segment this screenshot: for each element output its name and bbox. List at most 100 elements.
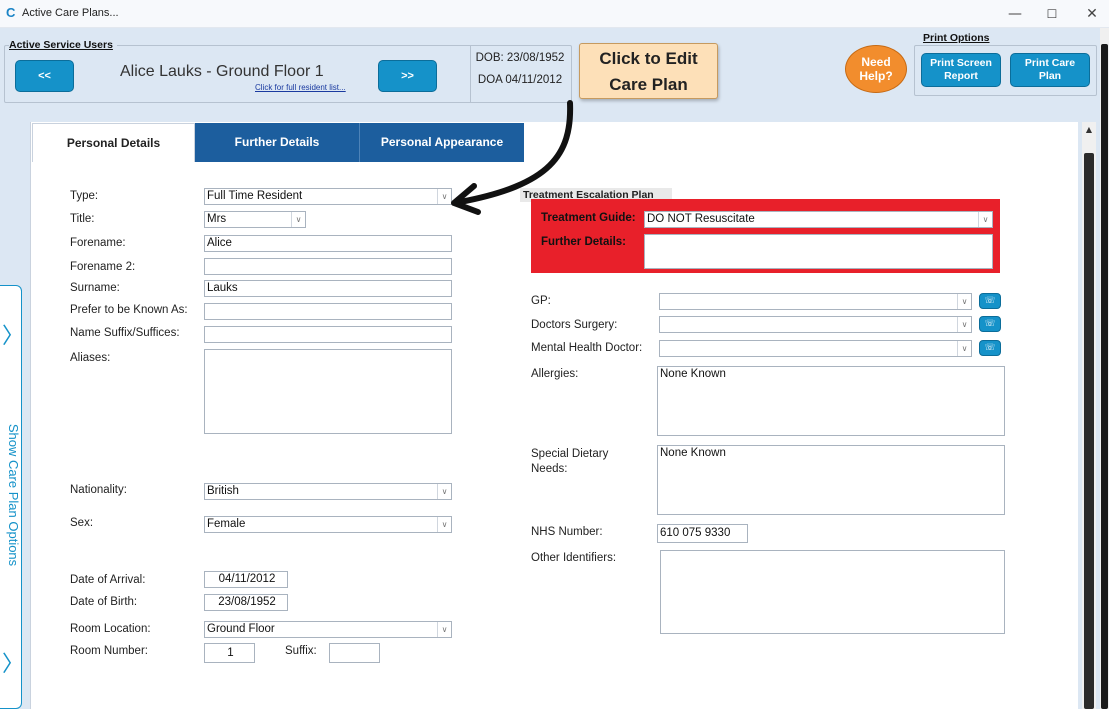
aliases-label: Aliases: xyxy=(70,352,111,364)
phone-icon: ☏ xyxy=(984,296,996,306)
annotation-arrow xyxy=(451,100,574,215)
app-icon: C xyxy=(6,5,16,20)
gp-label: GP: xyxy=(531,295,551,307)
mental-health-phone-button[interactable]: ☏ xyxy=(979,340,1001,356)
chevron-down-icon: ∨ xyxy=(978,212,992,227)
doctors-surgery-select[interactable]: ∨ xyxy=(659,316,972,333)
treatment-guide-select[interactable]: DO NOT Resuscitate ∨ xyxy=(644,211,993,228)
treatment-guide-value: DO NOT Resuscitate xyxy=(647,213,755,225)
special-dietary-label-line1: Special Dietary xyxy=(531,448,609,460)
other-identifiers-label: Other Identifiers: xyxy=(531,552,617,564)
type-value: Full Time Resident xyxy=(207,190,303,202)
sex-label: Sex: xyxy=(70,517,94,529)
room-suffix-label: Suffix: xyxy=(285,645,317,657)
need-help-button[interactable]: Need Help? xyxy=(845,45,907,93)
date-of-birth-text: DOB: 23/08/1952 xyxy=(475,52,565,64)
chevron-right-icon: 〉 xyxy=(2,652,25,677)
date-of-arrival-label: Date of Arrival: xyxy=(70,574,146,586)
scroll-up-icon[interactable]: ▲ xyxy=(1084,125,1094,135)
phone-icon: ☏ xyxy=(984,343,996,353)
forename2-input[interactable] xyxy=(204,258,452,275)
name-suffix-label: Name Suffix/Suffices: xyxy=(70,327,180,339)
type-label: Type: xyxy=(70,190,99,202)
nhs-number-label: NHS Number: xyxy=(531,526,603,538)
special-dietary-label-line2: Needs: xyxy=(531,463,568,475)
nationality-select[interactable]: British ∨ xyxy=(204,483,452,500)
previous-resident-button[interactable]: << xyxy=(15,60,74,92)
chevron-down-icon: ∨ xyxy=(437,517,451,532)
next-resident-button[interactable]: >> xyxy=(378,60,437,92)
print-screen-line2: Report xyxy=(944,70,978,82)
show-care-plan-options-label: Show Care Plan Options xyxy=(6,423,21,567)
date-of-arrival-input[interactable]: 04/11/2012 xyxy=(204,571,288,588)
chevron-right-icon: 〉 xyxy=(2,324,25,349)
date-of-arrival-text: DOA 04/11/2012 xyxy=(477,74,563,86)
need-help-line2: Help? xyxy=(859,69,893,83)
service-users-label: Active Service Users xyxy=(9,39,117,51)
forename-input[interactable]: Alice xyxy=(204,235,452,252)
date-of-birth-label: Date of Birth: xyxy=(70,596,138,608)
window-scrollbar-thumb[interactable] xyxy=(1101,44,1108,709)
surgery-phone-button[interactable]: ☏ xyxy=(979,316,1001,332)
edit-care-plan-line1: Click to Edit xyxy=(599,49,698,68)
other-identifiers-textarea[interactable] xyxy=(660,550,1005,634)
surname-input[interactable]: Lauks xyxy=(204,280,452,297)
print-screen-line1: Print Screen xyxy=(930,57,992,69)
full-resident-list-link[interactable]: Click for full resident list... xyxy=(255,83,346,92)
name-suffix-input[interactable] xyxy=(204,326,452,343)
header-divider xyxy=(470,46,471,102)
known-as-label: Prefer to be Known As: xyxy=(70,304,188,316)
resident-name: Alice Lauks - Ground Floor 1 xyxy=(120,63,324,80)
edit-care-plan-line2: Care Plan xyxy=(609,75,688,94)
print-screen-report-button[interactable]: Print Screen Report xyxy=(921,53,1001,87)
gp-select[interactable]: ∨ xyxy=(659,293,972,310)
allergies-textarea[interactable]: None Known xyxy=(657,366,1005,436)
chevron-down-icon: ∨ xyxy=(291,212,305,227)
window-title: Active Care Plans... xyxy=(22,7,119,19)
title-value: Mrs xyxy=(207,213,227,225)
forename-label: Forename: xyxy=(70,237,126,249)
surname-label: Surname: xyxy=(70,282,120,294)
maximize-button[interactable]: ☐ xyxy=(1040,4,1064,24)
room-suffix-input[interactable] xyxy=(329,643,380,663)
date-of-birth-input[interactable]: 23/08/1952 xyxy=(204,594,288,611)
chevron-down-icon: ∨ xyxy=(957,317,971,332)
room-location-select[interactable]: Ground Floor ∨ xyxy=(204,621,452,638)
print-care-plan-button[interactable]: Print Care Plan xyxy=(1010,53,1090,87)
gp-phone-button[interactable]: ☏ xyxy=(979,293,1001,309)
phone-icon: ☏ xyxy=(984,319,996,329)
close-button[interactable]: ✕ xyxy=(1080,4,1104,24)
sex-select[interactable]: Female ∨ xyxy=(204,516,452,533)
nationality-value: British xyxy=(207,485,239,497)
special-dietary-label: Special Dietary Needs: xyxy=(531,447,608,477)
chevron-down-icon: ∨ xyxy=(957,341,971,356)
print-care-line1: Print Care xyxy=(1024,57,1076,69)
room-location-label: Room Location: xyxy=(70,623,151,635)
mental-health-doctor-select[interactable]: ∨ xyxy=(659,340,972,357)
special-dietary-textarea[interactable]: None Known xyxy=(657,445,1005,515)
aliases-textarea[interactable] xyxy=(204,349,452,434)
further-details-textarea[interactable] xyxy=(644,234,993,269)
tab-personal-details[interactable]: Personal Details xyxy=(32,123,195,162)
print-options-label: Print Options xyxy=(920,32,993,44)
title-label: Title: xyxy=(70,213,95,225)
known-as-input[interactable] xyxy=(204,303,452,320)
nationality-label: Nationality: xyxy=(70,484,127,496)
room-number-input[interactable]: 1 xyxy=(204,643,255,663)
panel-scrollbar-thumb[interactable] xyxy=(1084,153,1094,709)
tab-further-details[interactable]: Further Details xyxy=(195,123,359,162)
allergies-label: Allergies: xyxy=(531,368,579,380)
minimize-button[interactable]: — xyxy=(1003,4,1027,24)
chevron-down-icon: ∨ xyxy=(437,484,451,499)
window-titlebar xyxy=(0,0,1109,28)
print-care-line2: Plan xyxy=(1038,70,1062,82)
chevron-down-icon: ∨ xyxy=(437,622,451,637)
room-number-label: Room Number: xyxy=(70,645,148,657)
chevron-down-icon: ∨ xyxy=(957,294,971,309)
type-select[interactable]: Full Time Resident ∨ xyxy=(204,188,452,205)
edit-care-plan-button[interactable]: Click to Edit Care Plan xyxy=(579,43,718,99)
title-select[interactable]: Mrs ∨ xyxy=(204,211,306,228)
sex-value: Female xyxy=(207,518,246,530)
need-help-line1: Need xyxy=(861,55,891,69)
nhs-number-input[interactable]: 610 075 9330 xyxy=(657,524,748,543)
